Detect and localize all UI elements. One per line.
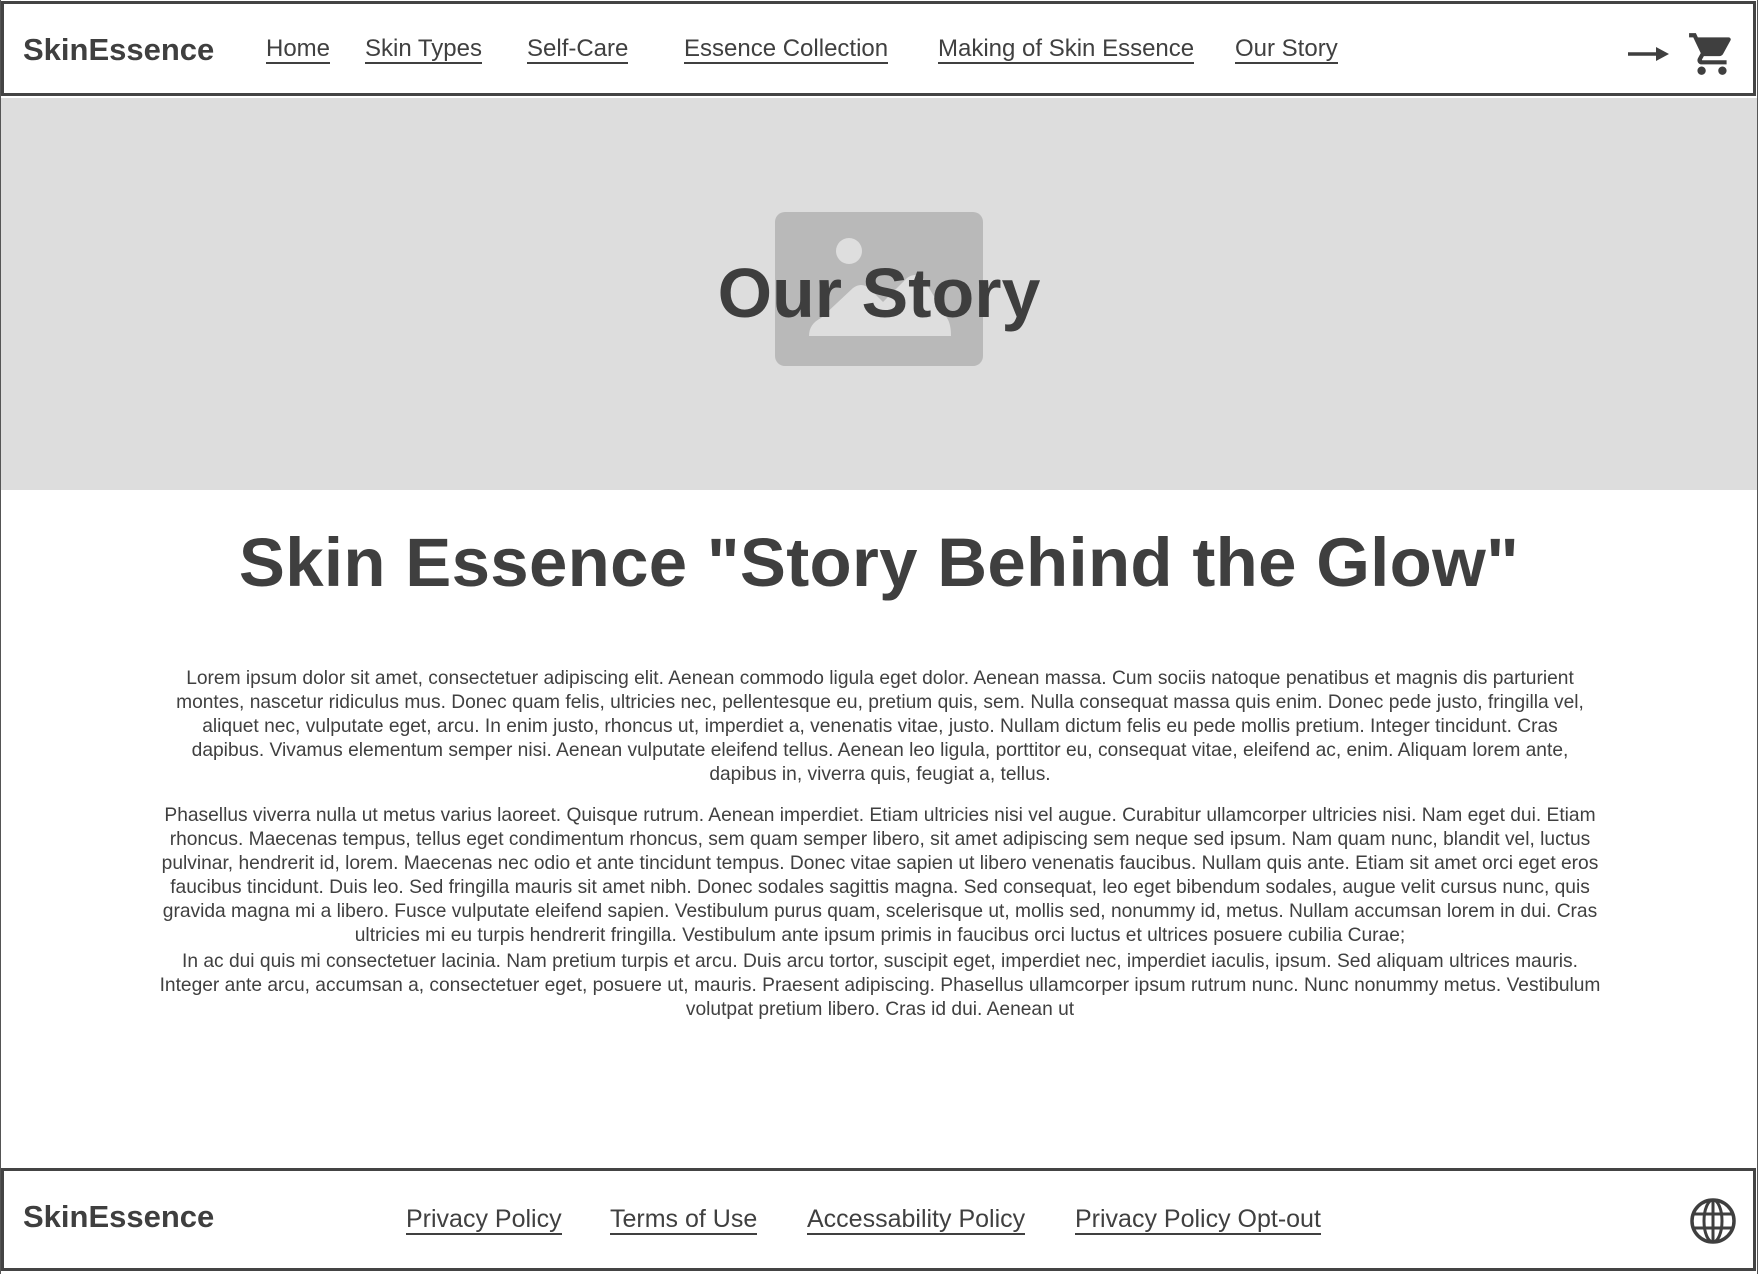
nav-skin-types[interactable]: Skin Types (365, 35, 482, 64)
page-heading: Skin Essence "Story Behind the Glow" (238, 524, 1520, 601)
site-footer: SkinEssence Privacy Policy Terms of Use … (1, 1168, 1756, 1271)
nav-making-of-skin-essence[interactable]: Making of Skin Essence (938, 35, 1195, 64)
arrow-right-icon[interactable] (1626, 44, 1670, 64)
nav-self-care[interactable]: Self-Care (527, 35, 629, 64)
story-paragraph-2: Phasellus viverra nulla ut metus varius … (161, 805, 1599, 946)
footer-brand-logo[interactable]: SkinEssence (23, 1199, 214, 1235)
nav-essence-collection[interactable]: Essence Collection (684, 35, 889, 64)
hero-banner: Our Story (1, 98, 1757, 490)
footer-link-privacy-policy[interactable]: Privacy Policy (406, 1205, 562, 1235)
brand-logo[interactable]: SkinEssence (23, 32, 214, 68)
hero-title: Our Story (717, 254, 1041, 332)
footer-link-privacy-opt-out[interactable]: Privacy Policy Opt-out (1075, 1205, 1321, 1235)
footer-link-terms-of-use[interactable]: Terms of Use (610, 1205, 758, 1235)
footer-link-accessability-policy[interactable]: Accessability Policy (807, 1205, 1026, 1235)
site-header: SkinEssence Home Skin Types Self-Care Es… (1, 1, 1756, 96)
story-paragraph-1: Lorem ipsum dolor sit amet, consectetuer… (176, 668, 1584, 785)
globe-icon[interactable] (1689, 1197, 1737, 1245)
nav-our-story[interactable]: Our Story (1235, 35, 1338, 64)
story-paragraph-3: In ac dui quis mi consectetuer lacinia. … (159, 951, 1601, 1020)
nav-home[interactable]: Home (266, 35, 331, 64)
shopping-cart-icon[interactable] (1687, 29, 1737, 79)
